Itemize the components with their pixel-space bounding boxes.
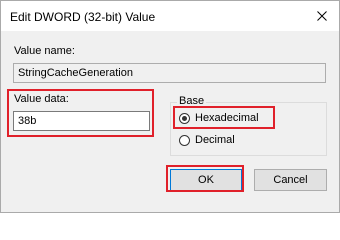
window-title: Edit DWORD (32-bit) Value [10, 10, 156, 24]
value-name-field[interactable]: StringCacheGeneration [13, 63, 326, 83]
value-name-label: Value name: [14, 45, 75, 57]
edit-dword-dialog: Edit DWORD (32-bit) Value Value name: St… [0, 0, 340, 213]
base-label: Base [177, 95, 207, 107]
base-groupbox: Base [170, 95, 327, 156]
value-data-input[interactable]: 38b [13, 111, 150, 131]
radio-hexadecimal-label: Hexadecimal [195, 112, 259, 124]
radio-checked-icon [179, 112, 190, 124]
radio-hexadecimal[interactable]: Hexadecimal [179, 112, 259, 124]
value-data-label: Value data: [14, 93, 69, 105]
cancel-button[interactable]: Cancel [254, 169, 327, 191]
radio-unchecked-icon [179, 134, 190, 146]
radio-decimal[interactable]: Decimal [179, 134, 235, 146]
close-icon [317, 11, 327, 21]
ok-button[interactable]: OK [170, 169, 242, 191]
title-bar: Edit DWORD (32-bit) Value [1, 1, 339, 31]
close-button[interactable] [305, 1, 339, 31]
radio-decimal-label: Decimal [195, 134, 235, 146]
